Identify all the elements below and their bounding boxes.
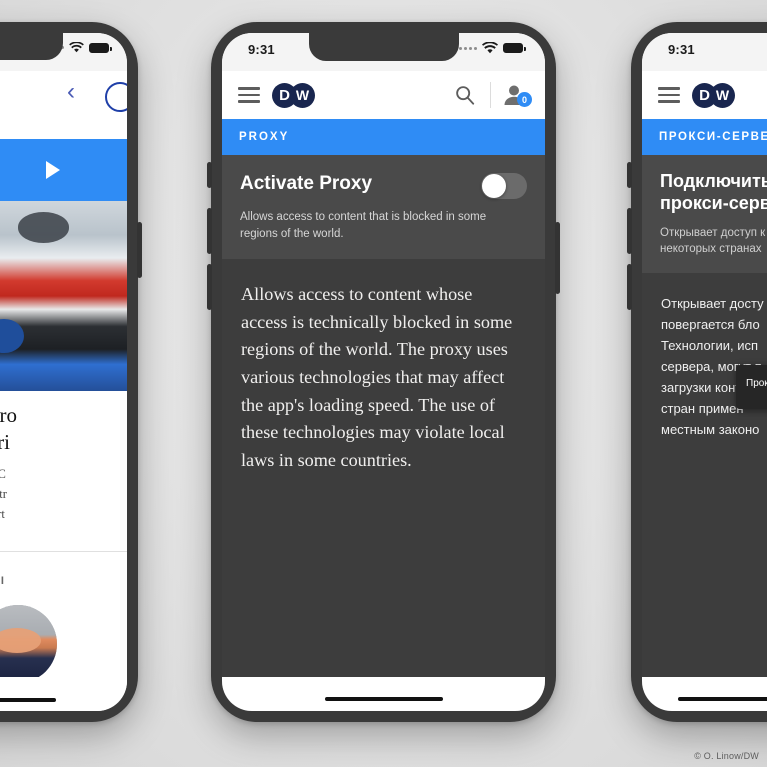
section-banner-label: PROXY [239,131,290,143]
article-column: Coro terri The C countr report OPI An [0,115,127,677]
hamburger-menu-icon[interactable] [238,87,260,103]
dw-logo[interactable]: D W [272,82,315,108]
phone-right-button-volume-up[interactable] [627,208,632,254]
phone-center-frame: 9:31 D W 0 PROXY Activate Proxy Allows a… [207,22,560,722]
article-teaser-line2: countr [0,487,7,501]
status-time-right: 9:31 [668,42,695,57]
home-area-left [0,677,127,711]
proxy-description-area: Allows access to content whose access is… [222,259,545,711]
article-photo [0,201,127,391]
dw-logo-w: W [710,82,735,108]
phone-right-screen: 9:31 D W ПРОКСИ-СЕРВЕР Подключить [642,33,767,711]
phone-right-button-volume-down[interactable] [627,264,632,310]
proxy-description-area-ru: Открывает досту повергается бло Технологии… [642,273,767,711]
signal-dots-icon [459,46,477,50]
battery-icon [503,43,526,53]
article-nav-bar: ‹ [0,71,127,115]
proxy-description-line: Открывает досту [661,296,764,311]
article-teaser-line1: The C [0,467,6,481]
proxy-description-line: местным законо [661,422,760,438]
home-indicator-left[interactable] [0,698,56,702]
section-banner-proxy-ru: ПРОКСИ-СЕРВЕР [642,119,767,155]
phone-center-button-volume-down[interactable] [207,264,212,310]
opinion-kicker: OPI [0,575,6,587]
proxy-tooltip-text: Прок [746,378,767,389]
opinion-avatar [0,605,57,677]
notch-left [0,33,63,60]
play-icon [45,161,60,179]
article-teaser-line3: report [0,507,5,521]
home-indicator-center[interactable] [324,697,443,701]
account-button[interactable]: 0 [503,84,532,107]
dw-app-bar: D W 0 [222,71,545,119]
proxy-tooltip: Прок [736,365,767,409]
proxy-card-title-ru-line2: прокси-сервер [660,192,767,213]
toggle-knob [482,174,506,198]
chevron-left-icon[interactable]: ‹ [67,80,75,104]
phone-right-button-mute[interactable] [627,162,632,188]
section-banner-label-ru: ПРОКСИ-СЕРВЕР [659,131,767,143]
search-icon[interactable] [454,84,476,106]
phone-center-button-power[interactable] [555,222,560,294]
activate-proxy-toggle[interactable] [481,173,527,199]
wifi-icon [482,42,498,54]
home-area-right [642,677,767,711]
dw-app-bar-right: D W [642,71,767,119]
article-headline-line2: terri [0,430,10,454]
article-divider [0,551,127,552]
dw-logo[interactable]: D W [692,82,735,108]
hamburger-menu-icon[interactable] [658,87,680,103]
phone-center-button-mute[interactable] [207,162,212,188]
proxy-description-text: Allows access to content whose access is… [241,284,513,470]
wifi-icon [69,42,84,53]
screenshot-stage: ‹ ro ri C tr t I 9:31 D W 0 PROXY Activa… [0,0,767,767]
proxy-card-subtitle: Allows access to content that is blocked… [240,211,487,240]
article-headline-line1: Coro [0,403,17,427]
image-credit: © O. Linow/DW [694,751,759,761]
proxy-card-title-ru-line1: Подключить [660,171,767,191]
proxy-card-subtitle-ru-line1: Открывает доступ к [660,227,766,240]
video-thumbnail[interactable] [0,139,127,201]
circle-button[interactable] [105,82,127,112]
phone-right-frame: 9:31 D W ПРОКСИ-СЕРВЕР Подключить [627,22,767,722]
proxy-card-subtitle-ru-line2: некоторых странах [660,242,762,255]
home-indicator-right[interactable] [678,697,767,701]
account-badge: 0 [517,92,532,107]
phone-center-button-volume-up[interactable] [207,208,212,254]
proxy-description-line: Технологии, исп [661,338,759,354]
phone-left-side-button[interactable] [137,222,142,278]
proxy-setting-card: Activate Proxy Allows access to content … [222,155,545,259]
status-time-center: 9:31 [248,42,275,57]
proxy-setting-card-ru: Подключить прокси-сервер Открывает досту… [642,155,767,273]
phone-left-frame: ‹ ro ri C tr t I [0,22,142,722]
battery-icon [89,42,112,53]
proxy-description-line: повергается бло [661,317,760,333]
status-bar-right: 9:31 [642,33,767,71]
phone-center-screen: 9:31 D W 0 PROXY Activate Proxy Allows a… [222,33,545,711]
home-area-center [222,677,545,711]
section-banner-proxy: PROXY [222,119,545,155]
phone-left-screen: ‹ ro ri C tr t I [0,33,127,711]
dw-logo-w: W [290,82,315,108]
notch-center [308,33,459,61]
